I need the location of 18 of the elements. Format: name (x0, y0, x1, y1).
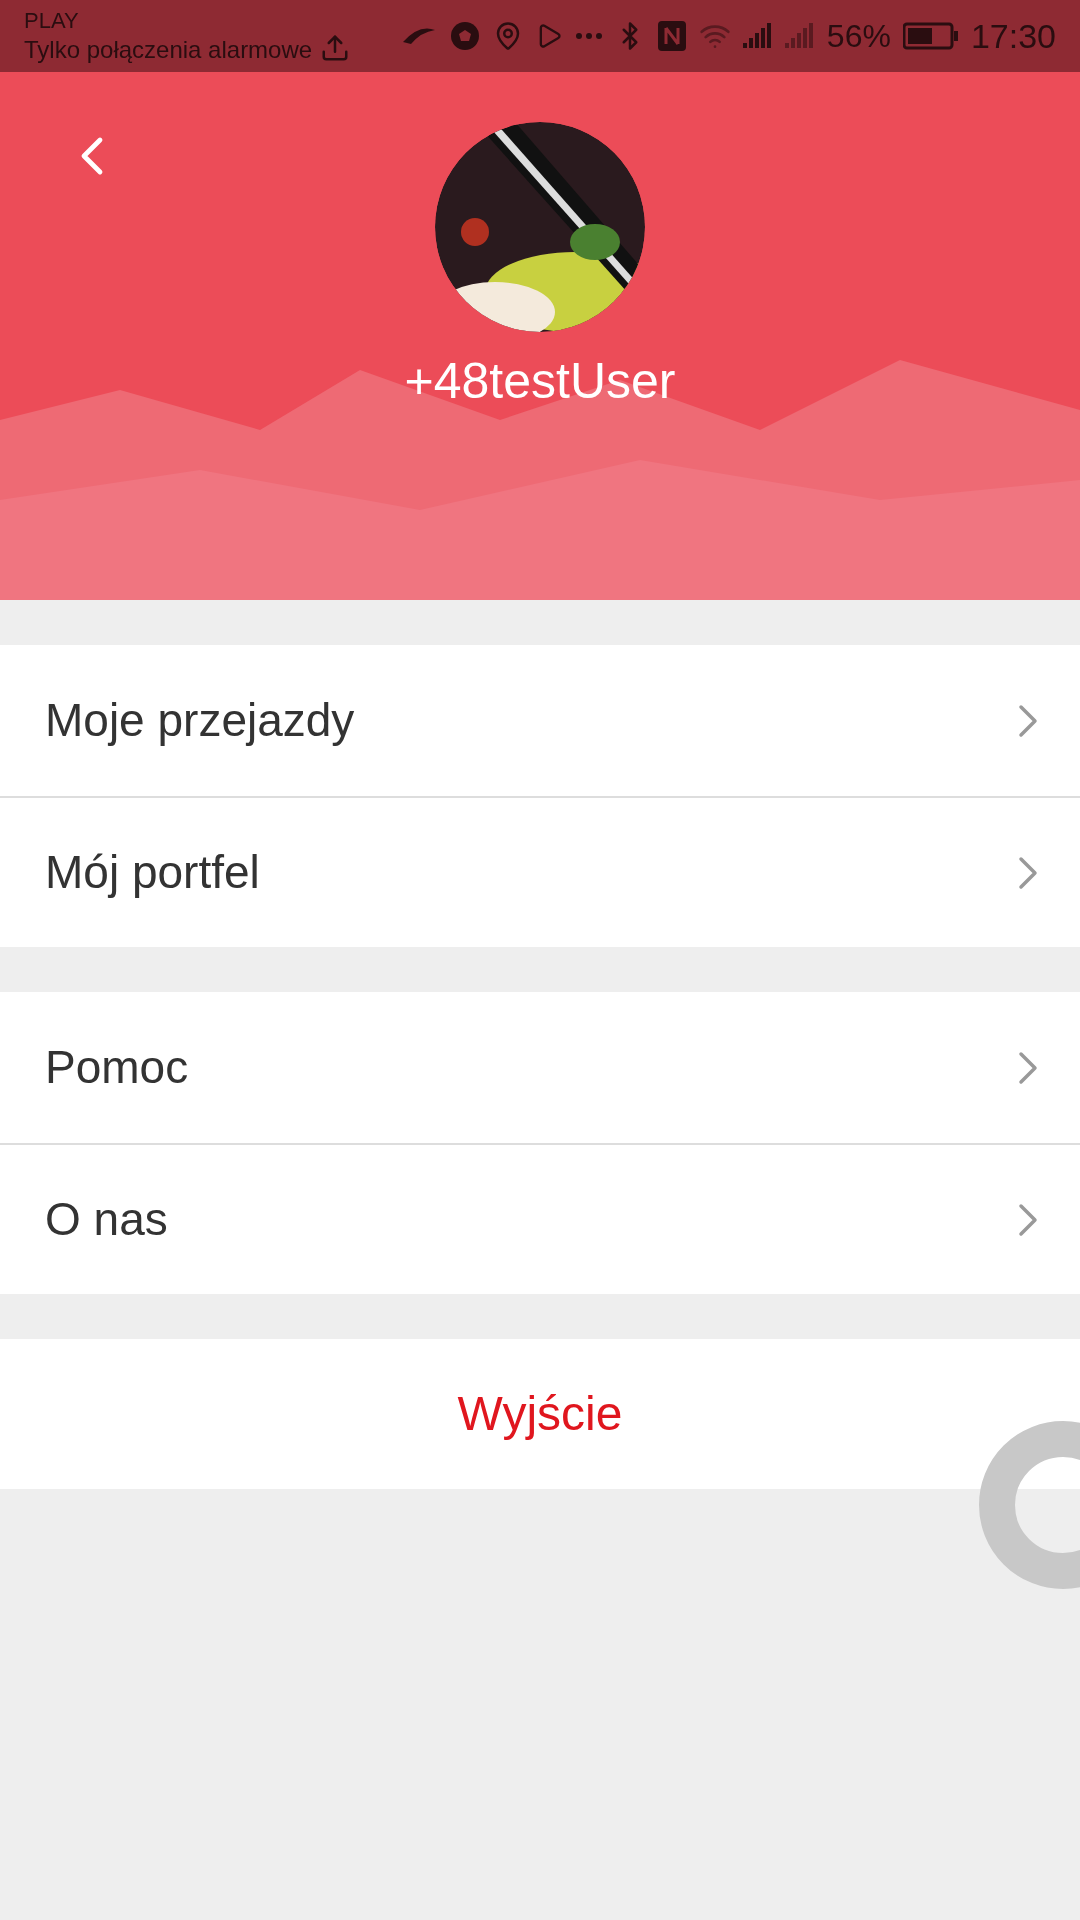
nfc-icon (656, 20, 687, 52)
clock-time: 17:30 (970, 15, 1056, 57)
more-dots-icon (574, 32, 603, 40)
logout-button[interactable]: Wyjście (0, 1339, 1080, 1489)
network-status: Tylko połączenia alarmowe (24, 34, 313, 65)
signal-off-icon (784, 22, 815, 50)
floating-ring-icon (978, 1420, 1080, 1590)
menu-item[interactable]: Moje przejazdy (0, 645, 1080, 796)
soccer-ball-icon (448, 20, 481, 52)
upload-icon (320, 33, 351, 63)
menu-item[interactable]: O nas (0, 1143, 1080, 1294)
carrier-name: PLAY (24, 7, 80, 35)
menu-item[interactable]: Mój portfel (0, 796, 1080, 947)
battery-percent: 56% (826, 17, 891, 56)
battery-icon (902, 22, 959, 50)
menu-item[interactable]: Pomoc (0, 992, 1080, 1143)
signal-icon (742, 22, 773, 50)
username: +48testUser (404, 352, 676, 411)
